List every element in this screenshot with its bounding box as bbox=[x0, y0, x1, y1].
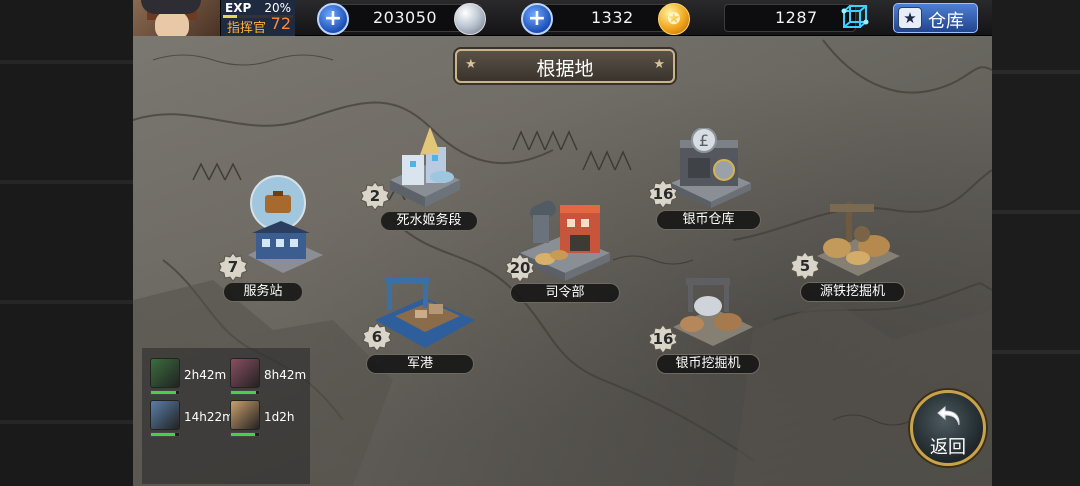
squad-portrait bbox=[150, 400, 180, 430]
star-box-icon: ★ bbox=[898, 7, 922, 29]
building-service-station[interactable]: 7 服务站 bbox=[218, 175, 328, 305]
building-name: 死水姬务段 bbox=[380, 211, 478, 231]
level-badge: 5 bbox=[790, 251, 820, 281]
banner-star-icon: ★ bbox=[653, 57, 665, 72]
player-level: 72 bbox=[270, 14, 291, 33]
page-title: 根据地 bbox=[536, 58, 594, 80]
squad-hp-fill bbox=[151, 433, 175, 436]
cube-counter: 1287 bbox=[724, 4, 856, 32]
building-level: 16 bbox=[652, 330, 674, 348]
warehouse-button[interactable]: ★ 仓库 bbox=[893, 3, 978, 33]
building-name: 司令部 bbox=[510, 283, 620, 303]
avatar-hat bbox=[141, 0, 201, 14]
plus-icon: + bbox=[323, 6, 343, 31]
add-silver-button[interactable]: + bbox=[317, 3, 349, 35]
level-badge: 6 bbox=[362, 322, 392, 352]
level-badge: 20 bbox=[505, 253, 535, 283]
building-level: 5 bbox=[799, 257, 811, 275]
commander-avatar[interactable] bbox=[133, 0, 221, 36]
squad-hp-bar bbox=[150, 390, 180, 395]
exp-panel: EXP 20% 指挥官 72 bbox=[221, 0, 295, 36]
building-silver-vault[interactable]: £ 16 银币仓库 bbox=[648, 128, 763, 233]
exp-label: EXP bbox=[225, 1, 252, 15]
building-level: 7 bbox=[227, 258, 239, 276]
back-label: 返回 bbox=[930, 437, 966, 458]
squad-hp-fill bbox=[151, 391, 177, 394]
building-naval-port[interactable]: 6 军港 bbox=[360, 270, 480, 375]
squad-hp-fill bbox=[231, 433, 255, 436]
squad-portrait bbox=[230, 358, 260, 388]
silver-excavator-icon bbox=[673, 278, 753, 346]
level-badge: 16 bbox=[648, 324, 678, 354]
gold-coin-symbol: ✪ bbox=[667, 9, 681, 28]
plus-icon: + bbox=[527, 6, 547, 31]
squad-slot[interactable]: 2h42m bbox=[146, 358, 226, 402]
right-border bbox=[992, 0, 1080, 486]
add-gold-button[interactable]: + bbox=[521, 3, 553, 35]
page-title-banner: ★ 根据地 ★ bbox=[455, 49, 675, 83]
tower-icon bbox=[390, 127, 460, 207]
squad-hp-bar bbox=[230, 432, 260, 437]
left-border bbox=[0, 0, 133, 486]
gold-value: 1332 bbox=[591, 8, 634, 27]
squad-timer: 2h42m bbox=[184, 368, 227, 382]
building-tower[interactable]: 2 死水姬务段 bbox=[360, 125, 480, 235]
level-badge: 2 bbox=[360, 181, 390, 211]
building-silver-excavator[interactable]: 16 银币挖掘机 bbox=[648, 272, 763, 377]
squad-portrait bbox=[150, 358, 180, 388]
service-station-icon bbox=[248, 175, 323, 273]
gold-counter: 1332 bbox=[535, 4, 675, 32]
iron-excavator-icon bbox=[817, 202, 900, 276]
squad-slot[interactable]: 8h42m bbox=[226, 358, 306, 402]
svg-text:£: £ bbox=[699, 131, 709, 150]
building-name: 军港 bbox=[366, 354, 474, 374]
exp-percent: 20% bbox=[264, 1, 291, 15]
squad-portrait bbox=[230, 400, 260, 430]
squad-hp-bar bbox=[230, 390, 260, 395]
squad-timer: 1d2h bbox=[264, 410, 295, 424]
return-arrow-icon bbox=[937, 405, 960, 426]
silver-value: 203050 bbox=[373, 8, 438, 27]
building-name: 源铁挖掘机 bbox=[800, 282, 905, 302]
level-badge: 7 bbox=[218, 252, 248, 282]
building-name: 银币挖掘机 bbox=[656, 354, 760, 374]
squad-slot[interactable]: 14h22m bbox=[146, 400, 234, 444]
cube-icon bbox=[841, 5, 869, 28]
squad-timer: 8h42m bbox=[264, 368, 307, 382]
building-level: 16 bbox=[652, 185, 674, 203]
silver-coin-icon bbox=[454, 3, 486, 35]
building-level: 20 bbox=[509, 259, 531, 277]
building-name: 服务站 bbox=[223, 282, 303, 302]
building-name: 银币仓库 bbox=[656, 210, 761, 230]
expedition-squads-panel: 2h42m 8h42m 14h22m 1d2h bbox=[142, 348, 310, 484]
silver-vault-icon: £ bbox=[671, 128, 751, 208]
star-icon: ★ bbox=[903, 9, 917, 27]
squad-slot[interactable]: 1d2h bbox=[226, 400, 306, 444]
building-level: 6 bbox=[371, 328, 383, 346]
cube-value: 1287 bbox=[775, 8, 818, 27]
squad-hp-bar bbox=[150, 432, 180, 437]
building-level: 2 bbox=[369, 187, 381, 205]
gold-coin-icon: ✪ bbox=[658, 3, 690, 35]
warehouse-label: 仓库 bbox=[928, 11, 964, 32]
building-headquarters[interactable]: 20 司令部 bbox=[505, 193, 620, 305]
rank-title: 指挥官 bbox=[227, 21, 267, 36]
squad-hp-fill bbox=[231, 391, 257, 394]
back-button[interactable]: 返回 bbox=[910, 390, 986, 466]
building-iron-excavator[interactable]: 5 源铁挖掘机 bbox=[790, 198, 915, 306]
level-badge: 16 bbox=[648, 179, 678, 209]
